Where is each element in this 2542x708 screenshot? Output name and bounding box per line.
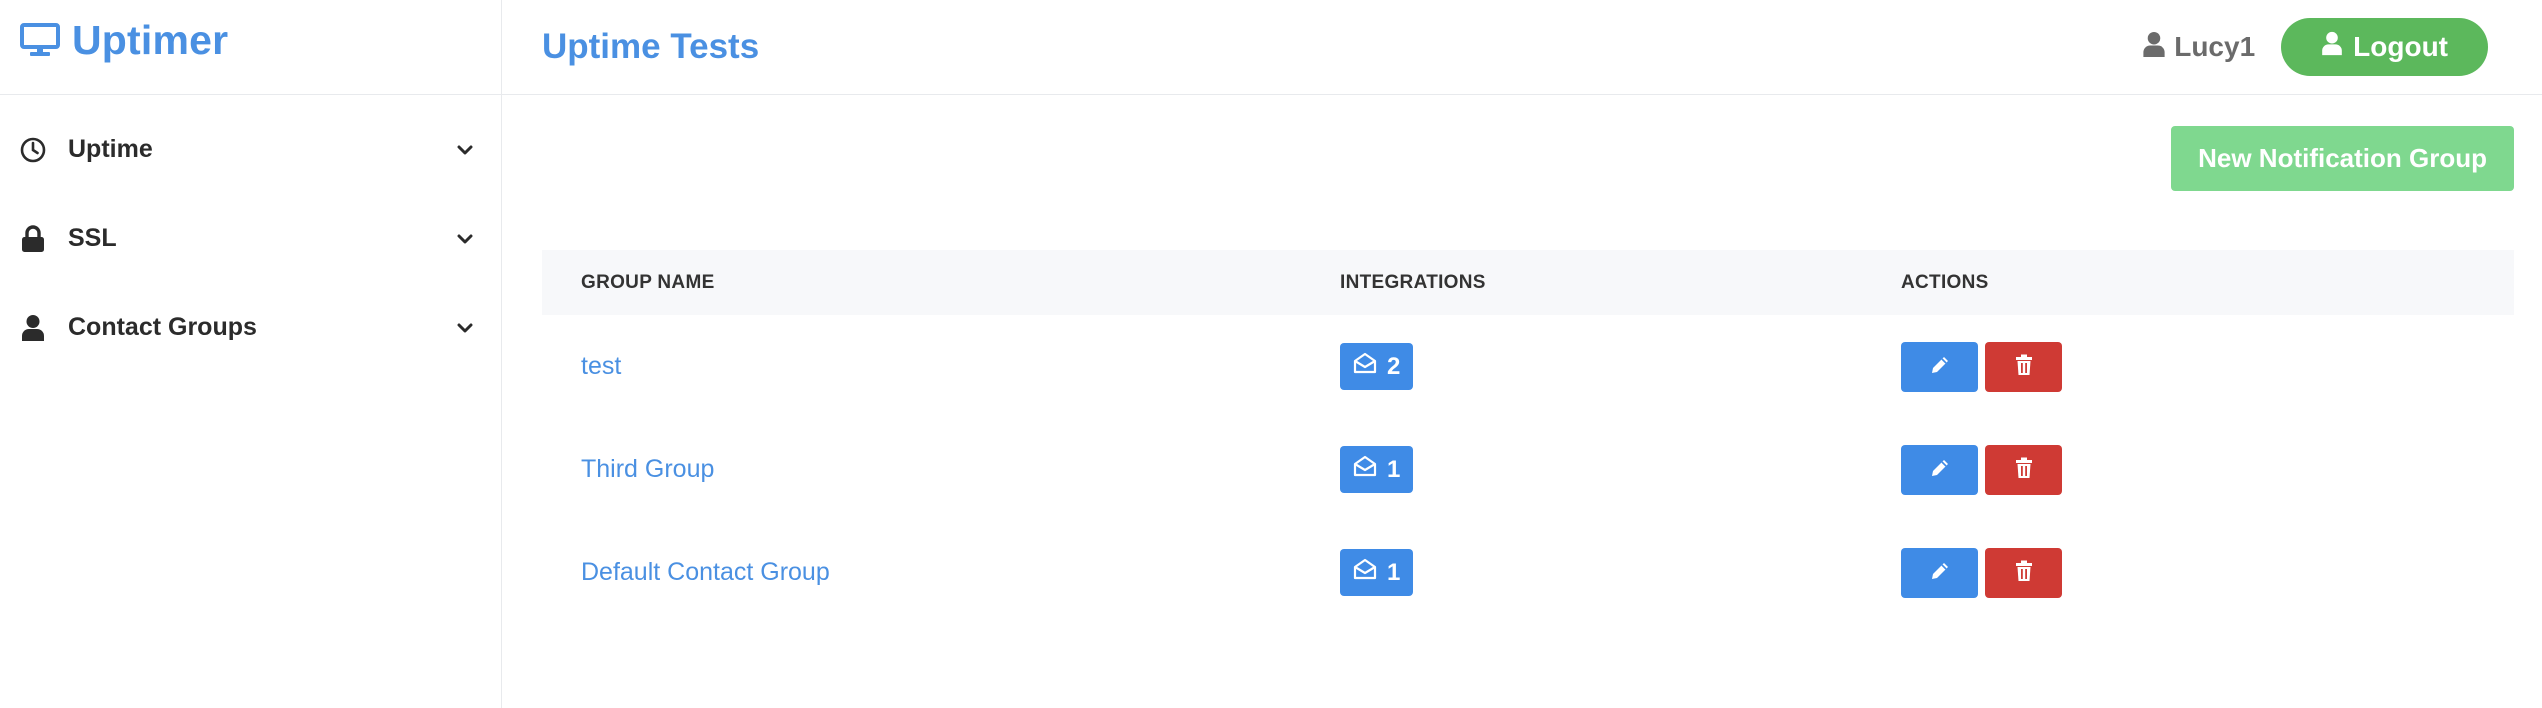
content-area: New Notification Group GROUP NAME INTEGR… bbox=[502, 95, 2542, 624]
app-root: Uptimer Uptime SSL Contact Groups Uptime… bbox=[0, 0, 2542, 708]
integrations-cell: 2 bbox=[1340, 315, 1901, 418]
table-header: GROUP NAME INTEGRATIONS ACTIONS bbox=[542, 250, 2514, 315]
delete-button[interactable] bbox=[1985, 341, 2062, 392]
sidebar-nav: Uptime SSL Contact Groups bbox=[0, 95, 501, 372]
table-header-row: GROUP NAME INTEGRATIONS ACTIONS bbox=[542, 250, 2514, 315]
integrations-count: 1 bbox=[1387, 558, 1401, 586]
trash-icon bbox=[2014, 457, 2034, 482]
sidebar-item-label: Contact Groups bbox=[68, 313, 257, 341]
envelope-open-icon bbox=[1353, 558, 1377, 587]
pencil-icon bbox=[1929, 560, 1951, 585]
chevron-down-icon bbox=[457, 144, 473, 156]
actions-cell bbox=[1901, 418, 2514, 521]
integrations-cell: 1 bbox=[1340, 418, 1901, 521]
group-name-cell: Third Group bbox=[542, 418, 1340, 521]
pencil-icon bbox=[1929, 457, 1951, 482]
pencil-icon bbox=[1929, 354, 1951, 379]
sidebar-item-contact-groups[interactable]: Contact Groups bbox=[0, 283, 501, 372]
sidebar: Uptimer Uptime SSL Contact Groups bbox=[0, 0, 502, 708]
brand-name: Uptimer bbox=[72, 16, 229, 63]
group-name-cell: Default Contact Group bbox=[542, 521, 1340, 624]
table-body: test 2 Third Group 1 Default Contact Gro… bbox=[542, 315, 2514, 624]
integrations-badge[interactable]: 1 bbox=[1340, 549, 1414, 596]
column-header-actions: ACTIONS bbox=[1901, 271, 1989, 293]
chevron-down-icon bbox=[457, 233, 473, 245]
top-bar: Uptime Tests Lucy1 Logout bbox=[502, 0, 2542, 95]
group-name-link[interactable]: Default Contact Group bbox=[581, 558, 830, 586]
delete-button[interactable] bbox=[1985, 444, 2062, 495]
clock-icon bbox=[18, 137, 48, 163]
main-panel: Uptime Tests Lucy1 Logout New Notificati… bbox=[502, 0, 2542, 708]
table-row: Default Contact Group 1 bbox=[542, 521, 2514, 624]
sidebar-item-uptime[interactable]: Uptime bbox=[0, 105, 501, 194]
brand[interactable]: Uptimer bbox=[0, 0, 501, 95]
envelope-open-icon bbox=[1353, 455, 1377, 484]
table-row: test 2 bbox=[542, 315, 2514, 418]
user-info[interactable]: Lucy1 bbox=[2142, 31, 2255, 63]
actions-cell bbox=[1901, 315, 2514, 418]
group-name-cell: test bbox=[542, 315, 1340, 418]
integrations-badge[interactable]: 2 bbox=[1340, 343, 1414, 390]
column-header-integrations: INTEGRATIONS bbox=[1340, 271, 1486, 293]
user-icon bbox=[2321, 31, 2343, 63]
integrations-count: 1 bbox=[1387, 455, 1401, 483]
user-icon bbox=[18, 314, 48, 342]
delete-button[interactable] bbox=[1985, 547, 2062, 598]
row-actions bbox=[1901, 547, 2514, 598]
actions-cell bbox=[1901, 521, 2514, 624]
edit-button[interactable] bbox=[1901, 444, 1978, 495]
chevron-down-icon bbox=[457, 322, 473, 334]
table-row: Third Group 1 bbox=[542, 418, 2514, 521]
integrations-cell: 1 bbox=[1340, 521, 1901, 624]
new-notification-group-button[interactable]: New Notification Group bbox=[2171, 126, 2514, 191]
integrations-count: 2 bbox=[1387, 352, 1401, 380]
trash-icon bbox=[2014, 560, 2034, 585]
envelope-open-icon bbox=[1353, 352, 1377, 381]
logout-label: Logout bbox=[2353, 31, 2448, 62]
lock-icon bbox=[18, 224, 48, 253]
sidebar-item-ssl[interactable]: SSL bbox=[0, 194, 501, 283]
trash-icon bbox=[2014, 354, 2034, 379]
monitor-icon bbox=[20, 23, 60, 57]
row-actions bbox=[1901, 444, 2514, 495]
edit-button[interactable] bbox=[1901, 341, 1978, 392]
edit-button[interactable] bbox=[1901, 547, 1978, 598]
group-name-link[interactable]: test bbox=[581, 352, 621, 380]
username: Lucy1 bbox=[2174, 31, 2256, 62]
row-actions bbox=[1901, 341, 2514, 392]
logout-button[interactable]: Logout bbox=[2281, 18, 2488, 76]
integrations-badge[interactable]: 1 bbox=[1340, 446, 1414, 493]
sidebar-item-label: SSL bbox=[68, 224, 117, 252]
group-name-link[interactable]: Third Group bbox=[581, 455, 714, 483]
groups-table: GROUP NAME INTEGRATIONS ACTIONS test 2 T… bbox=[542, 250, 2514, 624]
column-header-group-name: GROUP NAME bbox=[581, 271, 715, 293]
toolbar: New Notification Group bbox=[542, 95, 2514, 250]
page-title: Uptime Tests bbox=[542, 27, 760, 66]
sidebar-item-label: Uptime bbox=[68, 135, 153, 163]
user-icon bbox=[2142, 31, 2166, 63]
